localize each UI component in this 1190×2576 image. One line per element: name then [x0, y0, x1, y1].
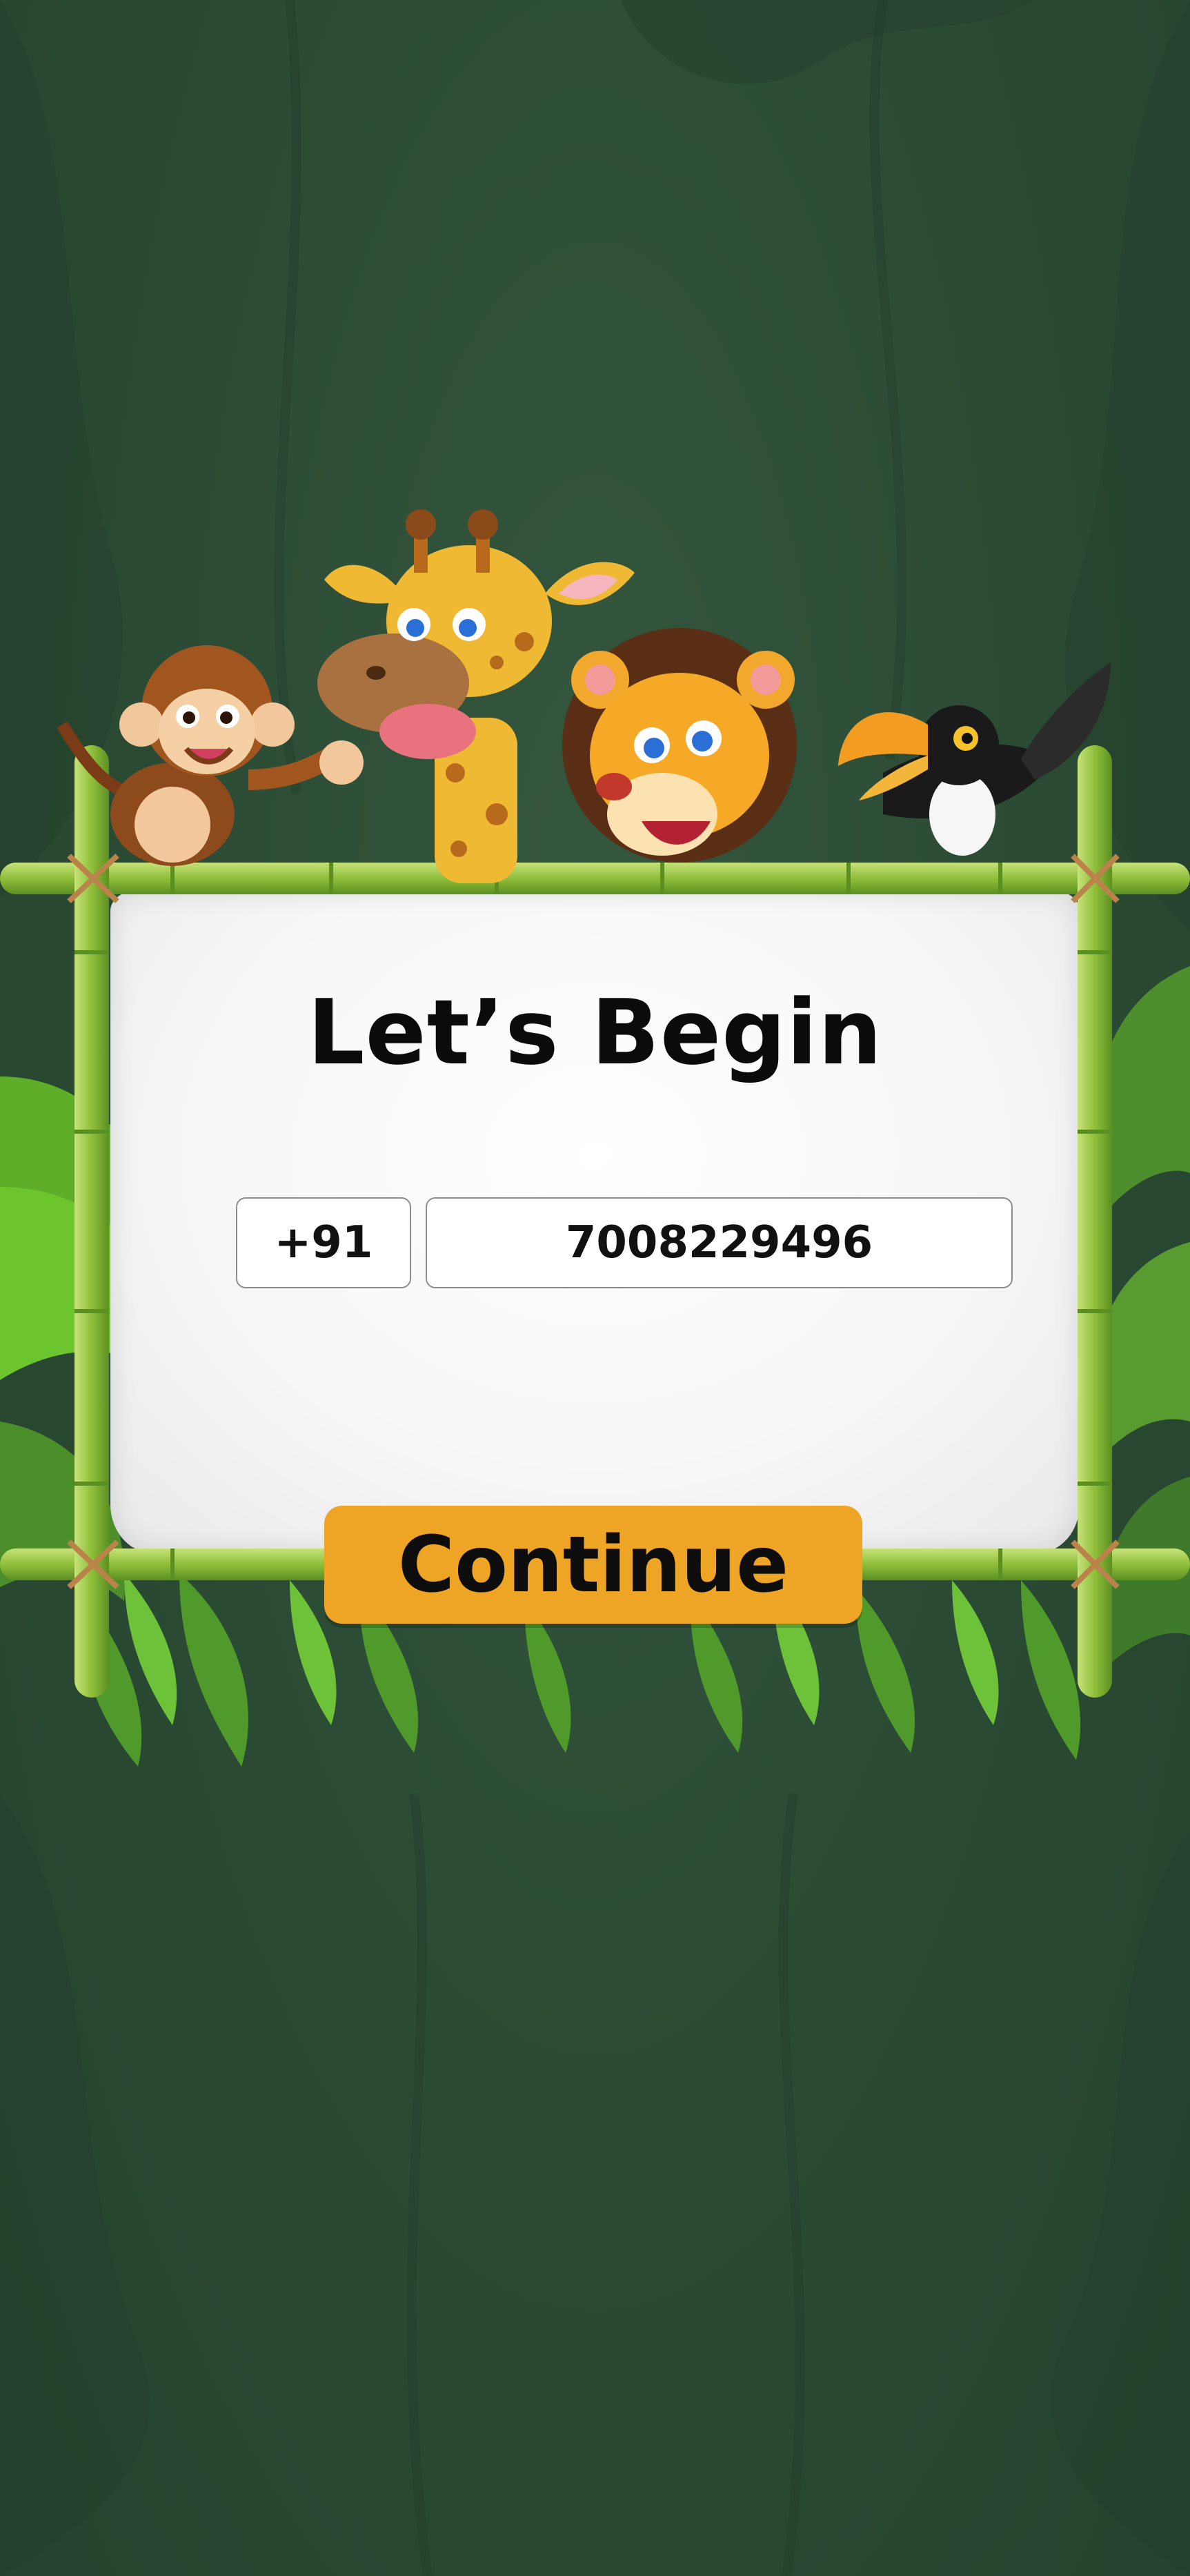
country-code-field[interactable]: +91: [236, 1197, 411, 1288]
continue-button[interactable]: Continue: [324, 1506, 862, 1624]
jungle-background: Let’s Begin +91 7008229496 Continue: [0, 0, 1190, 2576]
phone-number-field[interactable]: 7008229496: [426, 1197, 1013, 1288]
page-title: Let’s Begin: [307, 980, 883, 1085]
